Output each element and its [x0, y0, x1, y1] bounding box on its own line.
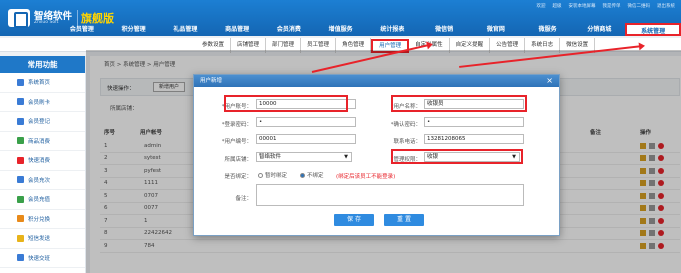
- sidebar-item-quick-consume[interactable]: 快速消费: [0, 151, 85, 171]
- radio-bind-temp[interactable]: 暂时绑定: [258, 171, 287, 179]
- nav-value-added[interactable]: 增值服务: [315, 23, 367, 36]
- brand-subtitle: Zhiluo Soft: [34, 20, 59, 25]
- handover-icon: [17, 254, 24, 262]
- sidebar-item-sms[interactable]: 短信发送: [0, 229, 85, 249]
- sidebar-item-points-exchange[interactable]: 积分兑换: [0, 210, 85, 229]
- radio-icon: [258, 172, 263, 178]
- shop-select[interactable]: 智络软件: [256, 152, 352, 162]
- top-link-install[interactable]: 安装本地屏幕: [569, 3, 596, 9]
- sidebar-title: 常用功能: [0, 56, 85, 73]
- logo-icon: [8, 9, 30, 28]
- highlight-name: [391, 95, 527, 112]
- shop-label: 所属店铺：: [224, 157, 252, 163]
- sidebar-item-label: 会员充次: [28, 177, 51, 184]
- users-icon: [17, 176, 24, 184]
- top-links: 欢迎 超级 安装本地屏幕 我是传单 微信二维码 退出系统: [537, 3, 676, 9]
- phone-label: 联系电话：: [393, 139, 421, 145]
- home-icon: [17, 78, 24, 86]
- nav-system-management[interactable]: 系统管理: [625, 23, 681, 36]
- close-icon[interactable]: ×: [546, 76, 553, 86]
- highlight-role: [391, 149, 523, 164]
- sidebar-item-recharge-value[interactable]: 会员充值: [0, 190, 85, 210]
- member-card-icon: [17, 98, 24, 106]
- top-link-user[interactable]: 超级: [553, 3, 562, 9]
- top-link-wechat-qr[interactable]: 微信二维码: [628, 3, 651, 9]
- main-nav: 会员管理 积分管理 礼品管理 商品管理 会员消费 增值服务 统计报表 微信销 微…: [56, 23, 681, 36]
- sidebar-item-shift-handover[interactable]: 快速交班: [0, 249, 85, 268]
- sidebar-item-label: 会员登记: [28, 119, 51, 126]
- sidebar-item-home[interactable]: 系统首页: [0, 73, 85, 93]
- remark-textarea[interactable]: [256, 184, 524, 206]
- remark-label: 备注：: [235, 196, 252, 202]
- bind-note: (绑定后该员工不能登录): [336, 174, 396, 180]
- user-number-label: *用户编号：: [221, 139, 252, 145]
- sidebar: 常用功能 系统首页 会员刷卡 会员登记 商品消费 快速消费 会员充次 会员充值 …: [0, 56, 86, 273]
- sidebar-item-label: 会员充值: [28, 197, 51, 204]
- nav-gift[interactable]: 礼品管理: [160, 23, 212, 36]
- top-link-flyer[interactable]: 我是传单: [603, 3, 621, 9]
- top-link-welcome: 欢迎: [536, 4, 546, 9]
- radio-no-bind-label: 不绑定: [307, 173, 324, 179]
- user-number-field[interactable]: 00001: [256, 134, 356, 144]
- sidebar-item-recharge-count[interactable]: 会员充次: [0, 171, 85, 190]
- nav-distribution-mall[interactable]: 分销商城: [574, 23, 626, 36]
- sidebar-item-label: 快速消费: [28, 158, 51, 165]
- sidebar-item-label: 积分兑换: [28, 216, 51, 223]
- bind-label: 是否绑定：: [224, 174, 252, 180]
- add-user-dialog: 用户新增 × *用户账号： 10000 *用户名称： 收银员 *登录密码： • …: [193, 74, 560, 236]
- sidebar-item-label: 会员刷卡: [28, 99, 51, 106]
- lightning-icon: [17, 156, 24, 164]
- sidebar-item-swipe-card[interactable]: 会员刷卡: [0, 93, 85, 112]
- nav-micro-site[interactable]: 微官网: [470, 23, 522, 36]
- highlight-account: [224, 95, 348, 112]
- sidebar-item-label: 系统首页: [28, 80, 51, 87]
- nav-consume[interactable]: 会员消费: [263, 23, 315, 36]
- confirm-password-label: *确认密码：: [390, 122, 421, 128]
- top-header: 智络软件 Zhiluo Soft 旗舰版 欢迎 超级 安装本地屏幕 我是传单 微…: [0, 0, 681, 36]
- message-icon: [17, 234, 24, 242]
- confirm-password-field[interactable]: •: [424, 117, 524, 127]
- radio-bind-temp-label: 暂时绑定: [265, 173, 288, 179]
- save-button[interactable]: 保 存: [334, 214, 374, 226]
- nav-wechat-sales[interactable]: 微信销: [418, 23, 470, 36]
- nav-reports[interactable]: 统计报表: [367, 23, 419, 36]
- sidebar-item-label: 快速交班: [28, 255, 51, 262]
- radio-no-bind[interactable]: 不绑定: [300, 171, 324, 179]
- sidebar-item-register[interactable]: 会员登记: [0, 112, 85, 132]
- password-label: *登录密码：: [221, 122, 252, 128]
- sidebar-item-label: 商品消费: [28, 138, 51, 145]
- nav-micro-service[interactable]: 微服务: [522, 23, 574, 36]
- nav-goods[interactable]: 商品管理: [211, 23, 263, 36]
- gift-icon: [17, 215, 24, 223]
- sidebar-item-goods-consume[interactable]: 商品消费: [0, 132, 85, 151]
- password-field[interactable]: •: [256, 117, 356, 127]
- dialog-title: 用户新增: [194, 75, 559, 87]
- top-link-logout[interactable]: 退出系统: [657, 3, 675, 9]
- wallet-icon: [17, 195, 24, 203]
- radio-checked-icon: [300, 172, 305, 178]
- phone-field[interactable]: 13281208065: [424, 134, 524, 144]
- cart-icon: [17, 137, 24, 145]
- user-add-icon: [17, 117, 24, 125]
- reset-button[interactable]: 重 置: [384, 214, 424, 226]
- sidebar-item-label: 短信发送: [28, 236, 51, 243]
- nav-member[interactable]: 会员管理: [56, 23, 108, 36]
- nav-points[interactable]: 积分管理: [108, 23, 160, 36]
